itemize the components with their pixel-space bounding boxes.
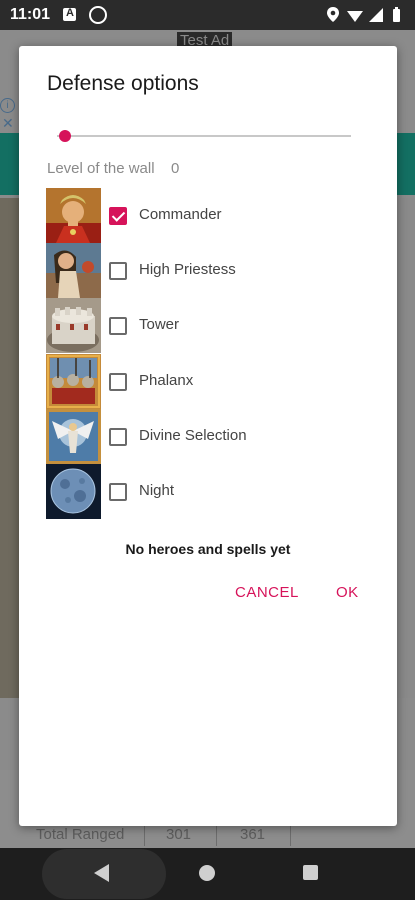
commander-portrait-icon <box>46 188 101 243</box>
moon-image-icon <box>46 464 101 519</box>
table-divider <box>216 824 217 846</box>
tower-image-icon <box>46 298 101 353</box>
option-label: High Priestess <box>139 261 236 278</box>
slider-track[interactable] <box>57 135 351 137</box>
option-label: Phalanx <box>139 372 194 389</box>
wall-level-label: Level of the wall <box>47 160 155 177</box>
table-divider <box>290 824 291 846</box>
empty-message: No heroes and spells yet <box>125 541 291 557</box>
option-high-priestess[interactable]: High Priestess <box>46 243 386 298</box>
option-commander[interactable]: Commander <box>46 188 386 243</box>
dialog-title: Defense options <box>47 72 199 95</box>
cancel-button[interactable]: CANCEL <box>235 584 299 601</box>
tower-checkbox[interactable] <box>109 317 127 335</box>
background-total-row: Total Ranged 301 361 <box>0 824 300 846</box>
option-divine-selection[interactable]: Divine Selection <box>46 409 386 464</box>
notification-a-icon: A <box>63 7 76 21</box>
ok-button[interactable]: OK <box>336 584 359 601</box>
total-ranged-label: Total Ranged <box>36 826 125 843</box>
option-night[interactable]: Night <box>46 464 386 519</box>
wall-level-value: 0 <box>171 160 180 177</box>
status-icons <box>327 7 405 28</box>
slider-thumb[interactable] <box>59 130 71 142</box>
divine-selection-checkbox[interactable] <box>109 428 127 446</box>
home-icon[interactable] <box>199 865 215 881</box>
status-time: 11:01 <box>10 6 51 23</box>
angel-image-icon <box>46 409 101 464</box>
option-tower[interactable]: Tower <box>46 298 386 353</box>
option-label: Night <box>139 482 175 499</box>
background-list <box>0 198 19 698</box>
notification-p-icon <box>89 6 107 24</box>
ad-info-icon: i <box>0 98 15 113</box>
back-icon[interactable] <box>94 864 109 882</box>
background-list-right <box>397 198 415 698</box>
status-bar: 11:01 A <box>0 0 415 30</box>
table-divider <box>144 824 145 846</box>
option-label: Tower <box>139 316 180 333</box>
total-ranged-value-2: 361 <box>240 826 266 843</box>
ad-close-icon: ✕ <box>2 115 14 131</box>
recents-icon[interactable] <box>303 865 318 880</box>
location-icon <box>327 7 339 22</box>
night-checkbox[interactable] <box>109 483 127 501</box>
phalanx-image-icon <box>46 354 101 409</box>
signal-icon <box>369 8 383 22</box>
phalanx-checkbox[interactable] <box>109 373 127 391</box>
option-phalanx[interactable]: Phalanx <box>46 354 386 409</box>
wall-level-slider[interactable] <box>57 125 353 147</box>
high-priestess-checkbox[interactable] <box>109 262 127 280</box>
total-ranged-value-1: 301 <box>166 826 192 843</box>
option-label: Divine Selection <box>139 427 247 444</box>
wifi-icon <box>347 11 363 22</box>
battery-icon <box>393 7 400 22</box>
commander-checkbox[interactable] <box>109 207 127 225</box>
defense-options-dialog: Defense options Level of the wall 0 Comm… <box>19 46 397 826</box>
priestess-portrait-icon <box>46 243 101 298</box>
option-label: Commander <box>139 206 222 223</box>
